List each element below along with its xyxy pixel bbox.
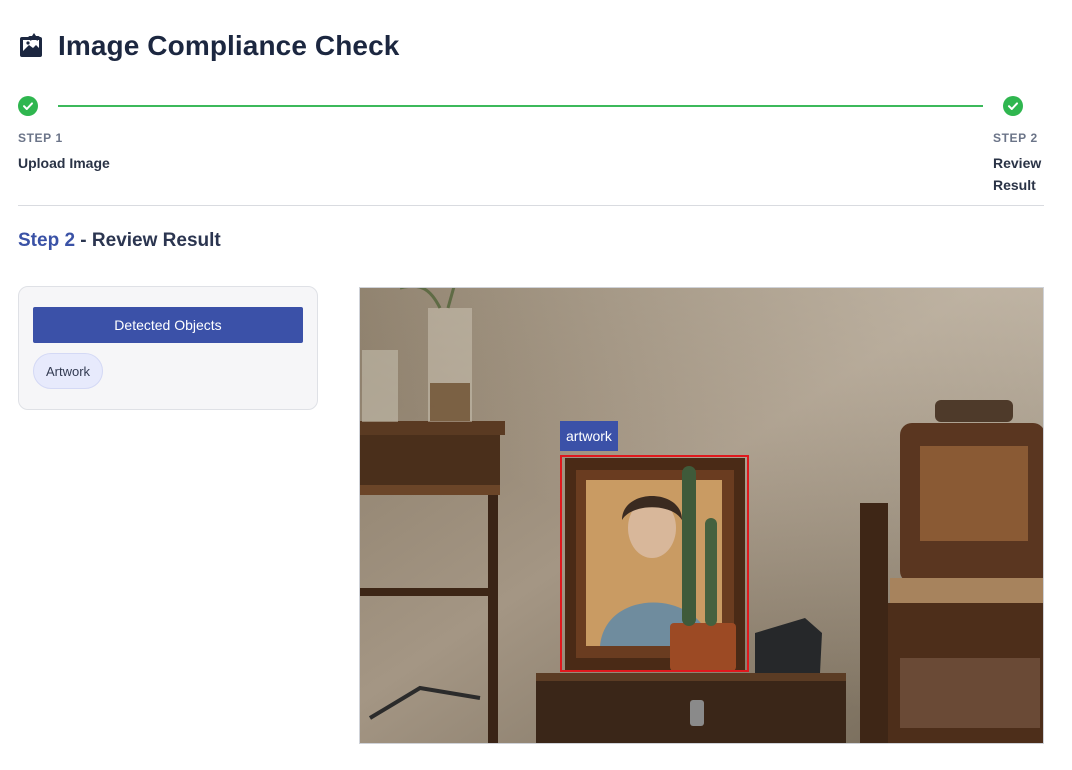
image-check-icon: [18, 32, 46, 60]
step-1-title: Upload Image: [18, 155, 110, 171]
step-2-title: Review Result: [993, 155, 1042, 193]
page-header: Image Compliance Check: [18, 30, 399, 62]
object-chip-artwork[interactable]: Artwork: [33, 353, 104, 389]
detection-label: artwork: [560, 421, 618, 451]
step-2-number: STEP 2: [993, 131, 1038, 145]
step-1-check-icon: [18, 96, 38, 116]
step-connector-line: [58, 105, 983, 107]
section-step-label: Step 2: [18, 230, 76, 251]
page-title: Image Compliance Check: [58, 30, 400, 61]
step-1-number: STEP 1: [18, 131, 63, 145]
progress-stepper: STEP 1 Upload Image STEP 2 Review Result: [18, 95, 1044, 205]
section-title-text: Review Result: [91, 230, 221, 251]
section-separator: -: [75, 230, 92, 251]
detection-bounding-box: [560, 455, 749, 672]
step-2-check-icon: [1003, 96, 1023, 116]
divider: [18, 205, 1044, 206]
section-title: Step 2 - Review Result: [18, 230, 221, 252]
detected-objects-panel: Detected Objects Artwork: [18, 286, 318, 410]
detected-objects-button[interactable]: Detected Objects: [33, 307, 303, 343]
analyzed-image: artwork: [359, 287, 1044, 744]
